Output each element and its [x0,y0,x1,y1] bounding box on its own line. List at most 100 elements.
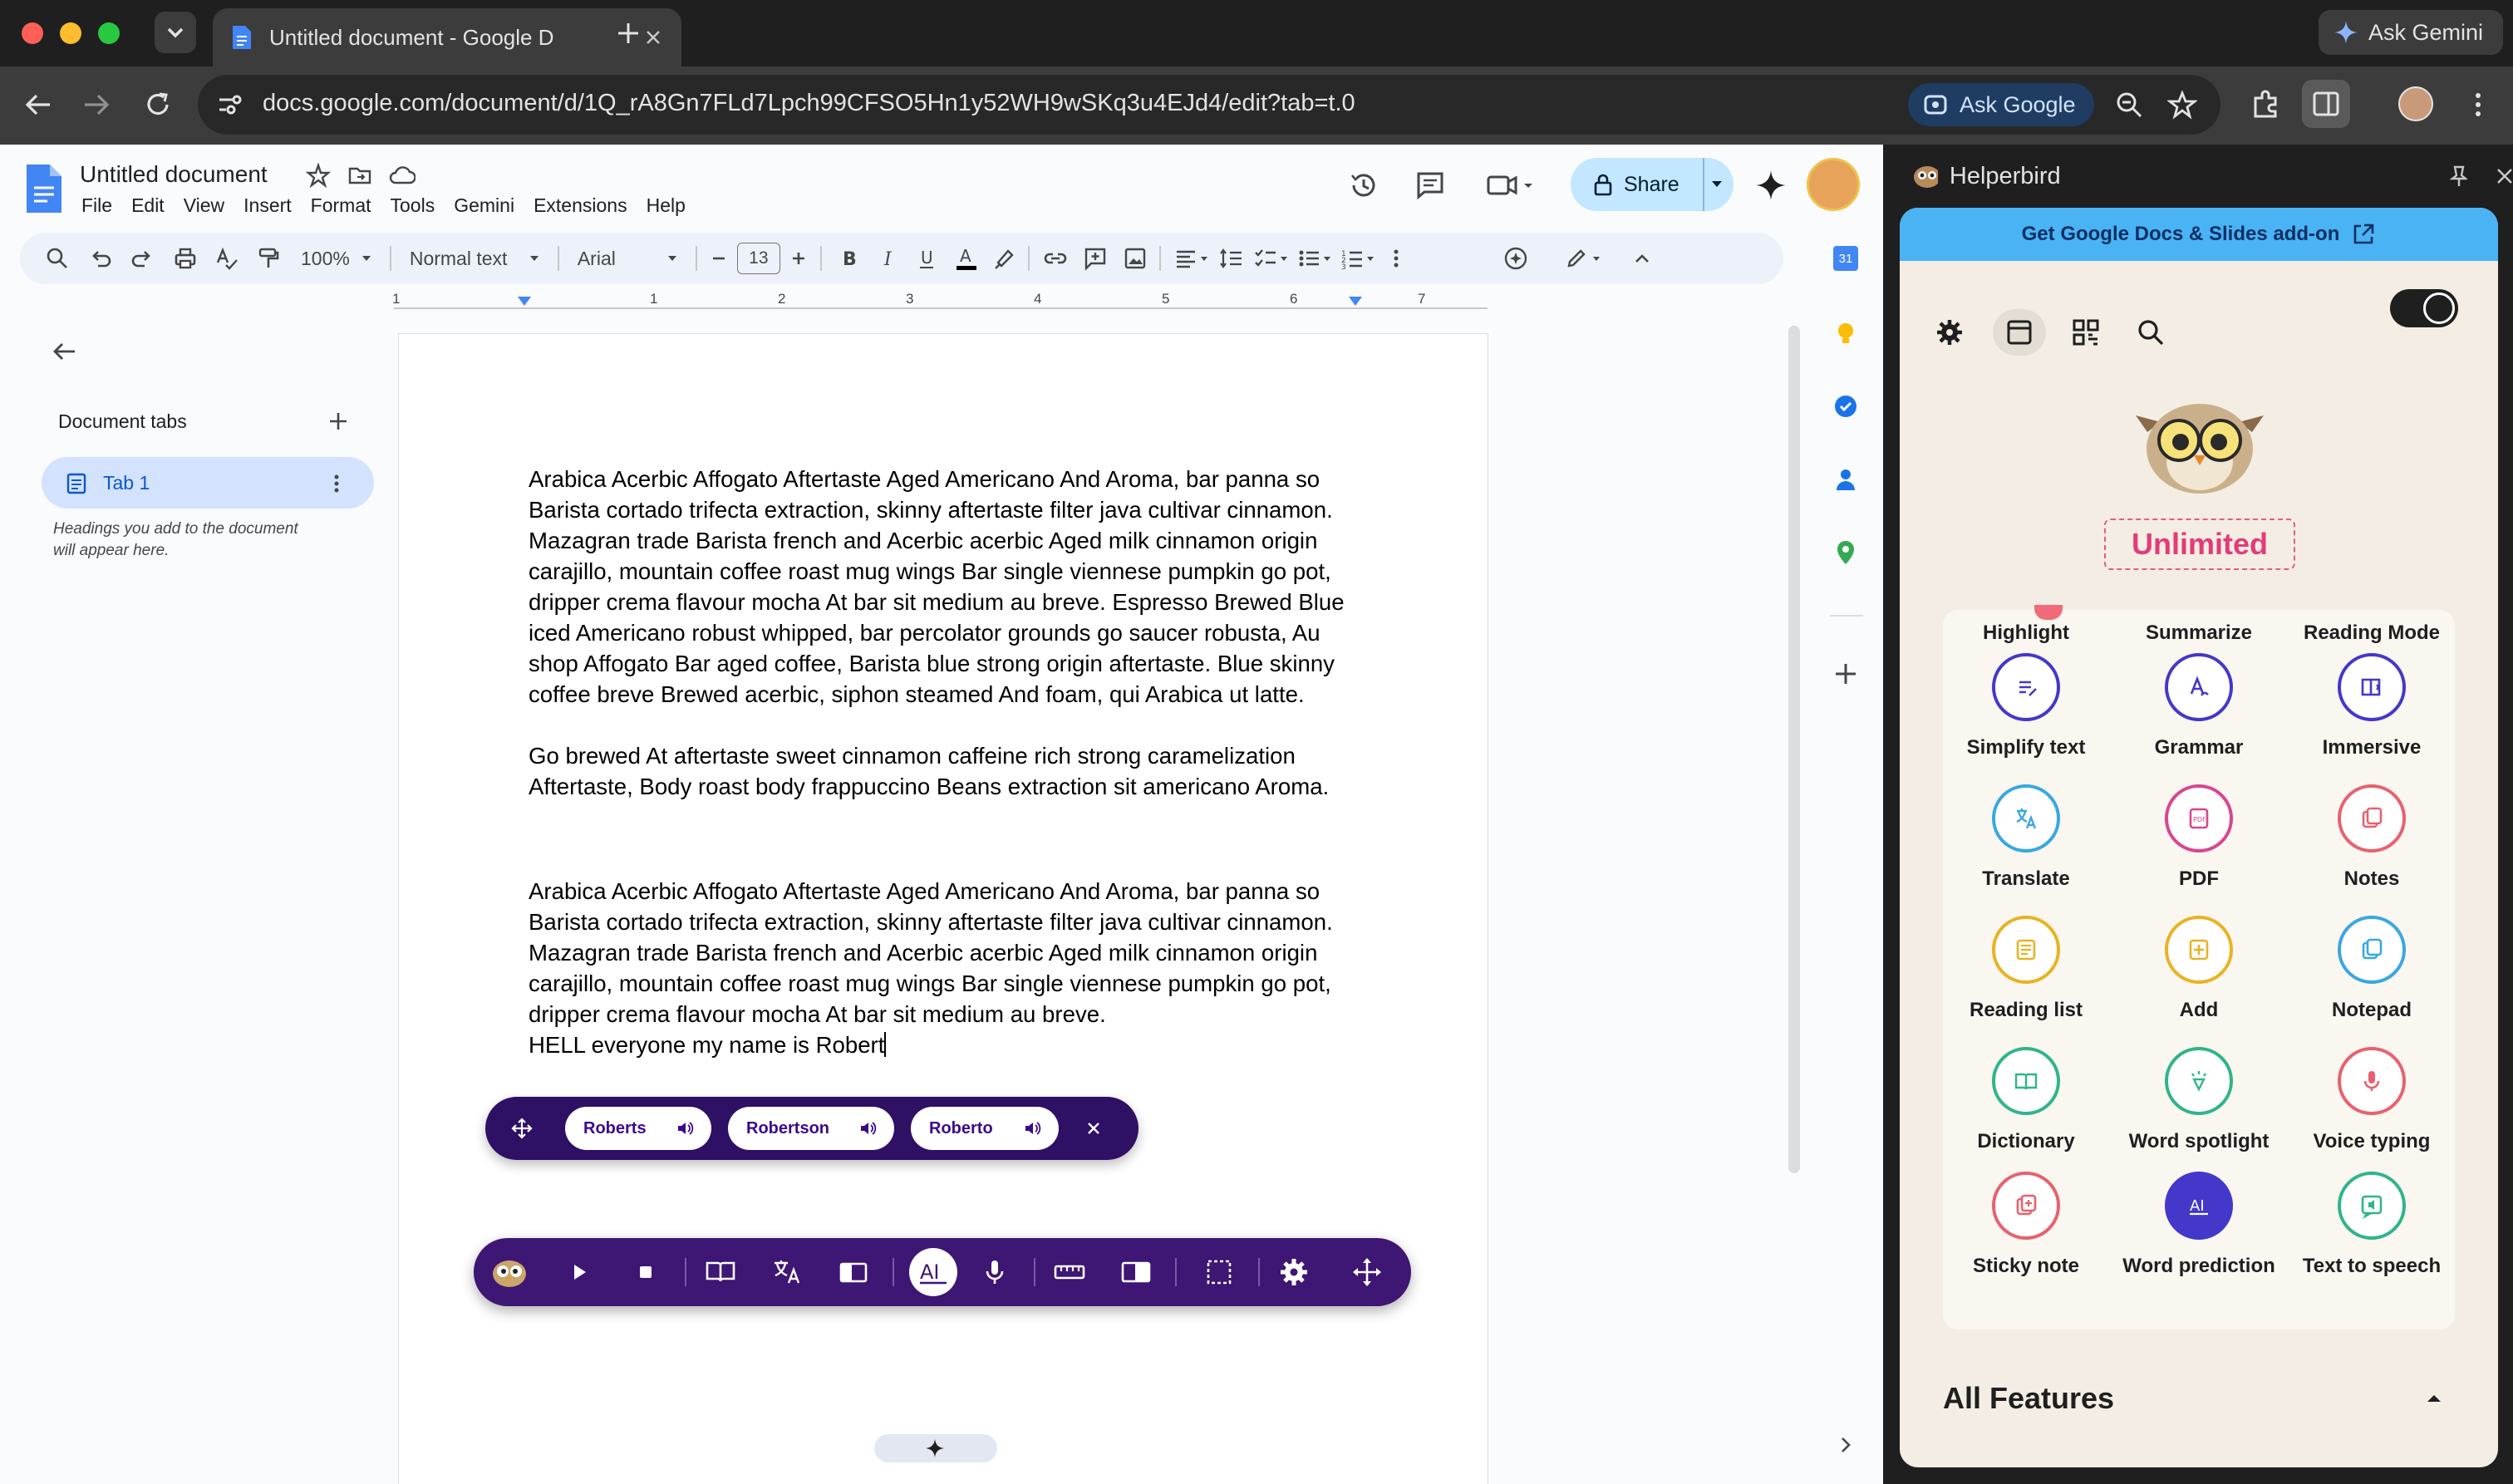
zoom-select[interactable]: 100% [301,248,350,270]
back-arrow-icon[interactable] [50,337,78,366]
get-addons-plus-icon[interactable] [1832,660,1860,688]
settings-gear-icon[interactable] [1275,1253,1313,1291]
text-color-icon[interactable]: A [953,245,980,272]
feature-immersive-button[interactable] [2338,653,2406,721]
decrease-font-icon[interactable] [709,248,729,268]
bookmark-star-icon[interactable] [2167,90,2197,120]
more-vert-icon[interactable] [2461,88,2495,121]
profile-avatar[interactable] [2398,86,2433,121]
translate-icon[interactable] [768,1253,806,1291]
suggestion-chip[interactable]: Roberto [911,1107,1059,1150]
feature-word-spotlight-button[interactable] [2165,1047,2233,1115]
paragraph-2[interactable]: Go brewed At aftertaste sweet cinnamon c… [529,740,1368,802]
caret-up-icon[interactable] [2422,1386,2447,1411]
keep-icon[interactable] [1832,319,1860,347]
paint-format-icon[interactable] [256,246,281,271]
browser-tab-active[interactable]: Untitled document - Google D [213,8,681,66]
gemini-help-me-create-button[interactable] [874,1434,997,1462]
search-menus-icon[interactable] [45,246,70,271]
spellcheck-icon[interactable] [214,246,239,271]
line-spacing-icon[interactable] [1219,246,1244,271]
collapse-menus-icon[interactable] [1630,246,1655,271]
feature-translate-button[interactable] [1992,784,2060,853]
stop-icon[interactable] [627,1253,665,1291]
tab-1-item[interactable]: Tab 1 [42,457,374,509]
maps-icon[interactable] [1832,538,1860,567]
feature-grammar-button[interactable] [2165,653,2233,721]
maximize-window-button[interactable] [98,22,120,44]
numbered-list-icon[interactable]: 123 [1340,246,1377,271]
add-tab-icon[interactable] [326,409,351,434]
more-options-icon[interactable] [1384,246,1409,271]
ask-gemini-button[interactable]: Ask Gemini [2319,10,2503,55]
settings-gear-icon[interactable] [1933,316,1966,349]
speaker-icon[interactable] [1024,1120,1042,1137]
menu-view[interactable]: View [184,194,224,217]
search-icon[interactable] [2134,316,2167,349]
suggestion-chip[interactable]: Roberts [565,1107,711,1150]
docs-logo-icon[interactable] [25,163,63,214]
feature-simplify-text-button[interactable] [1992,653,2060,721]
get-addon-banner[interactable]: Get Google Docs & Slides add-on [1900,208,2498,261]
drag-move-icon[interactable] [510,1117,534,1140]
helperbird-owl-icon[interactable] [489,1253,530,1291]
left-indent-marker-icon[interactable] [517,296,532,309]
screen-mask-icon[interactable] [1117,1253,1155,1291]
bulleted-list-icon[interactable] [1297,246,1334,271]
new-tab-button[interactable] [613,18,643,48]
menu-edit[interactable]: Edit [131,194,165,217]
word-prediction-toggle[interactable]: AI [909,1248,957,1296]
right-indent-marker-icon[interactable] [1348,296,1363,309]
reading-mode-label[interactable]: Reading Mode [2289,622,2455,645]
drag-move-icon[interactable] [1348,1253,1386,1291]
close-icon[interactable] [1084,1118,1104,1138]
meet-video-icon[interactable] [1486,170,1536,201]
comments-icon[interactable] [1414,170,1446,201]
forward-arrow-icon[interactable] [80,88,113,121]
speaker-icon[interactable] [859,1120,878,1137]
feature-pdf-button[interactable]: PDF [2165,784,2233,853]
extensions-puzzle-icon[interactable] [2249,88,2282,121]
chevron-down-icon[interactable] [358,250,375,267]
font-size-input[interactable]: 13 [736,243,780,274]
chevron-down-icon[interactable] [664,250,681,267]
close-window-button[interactable] [22,22,43,44]
share-button[interactable]: Share [1571,158,1734,211]
add-comment-icon[interactable] [1083,246,1108,271]
zoom-magnifier-icon[interactable] [2114,90,2144,120]
print-icon[interactable] [173,246,198,271]
url-text[interactable]: docs.google.com/document/d/1Q_rA8Gn7FLd7… [263,90,1355,117]
pin-icon[interactable] [2447,164,2467,189]
scrollbar-thumb[interactable] [1788,326,1800,1173]
version-history-icon[interactable] [1348,170,1379,201]
gemini-rewrite-icon[interactable] [1502,244,1530,273]
play-icon[interactable] [560,1253,598,1291]
redo-icon[interactable] [130,246,155,271]
feature-reading-list-button[interactable] [1992,916,2060,984]
feature-voice-typing-button[interactable] [2338,1047,2406,1115]
helperbird-enable-toggle[interactable] [2390,289,2458,327]
menu-insert[interactable]: Insert [243,194,292,217]
editing-mode-icon[interactable] [1565,246,1605,271]
align-icon[interactable] [1174,246,1211,271]
document-page[interactable]: Arabica Acerbic Affogato Aftertaste Aged… [399,326,1800,1484]
paragraph-style-select[interactable]: Normal text [410,248,526,270]
feature-notepad-button[interactable] [2338,916,2406,984]
contacts-icon[interactable] [1832,465,1860,494]
feature-dictionary-button[interactable] [1992,1047,2060,1115]
tab-search-button[interactable] [155,12,196,53]
font-select[interactable]: Arial [578,248,664,270]
summarize-label[interactable]: Summarize [2116,622,2282,645]
insert-image-icon[interactable] [1123,246,1148,271]
speaker-icon[interactable] [676,1120,695,1137]
feature-notes-button[interactable] [2338,784,2406,853]
tasks-icon[interactable] [1832,392,1860,420]
chevron-down-icon[interactable] [1704,176,1729,193]
menu-extensions[interactable]: Extensions [534,194,627,217]
document-title[interactable]: Untitled document [80,161,268,188]
star-icon[interactable] [306,163,331,188]
close-icon[interactable] [642,26,665,49]
feature-add-button[interactable] [2165,916,2233,984]
suggestion-chip[interactable]: Robertson [728,1107,894,1150]
menu-tools[interactable]: Tools [391,194,435,217]
